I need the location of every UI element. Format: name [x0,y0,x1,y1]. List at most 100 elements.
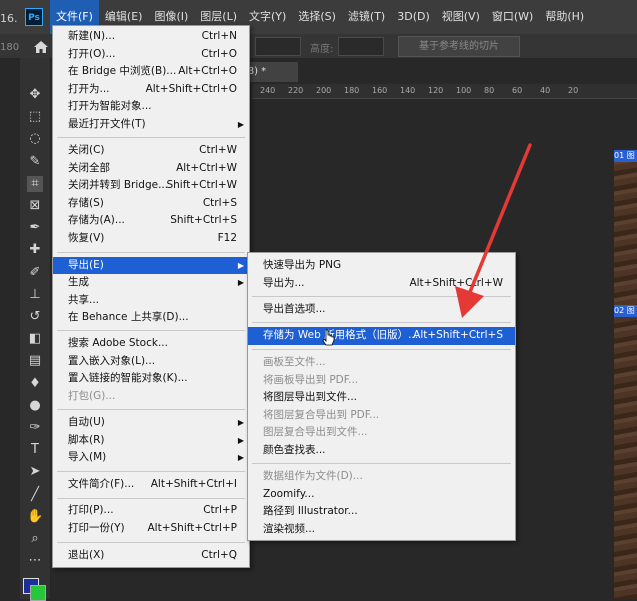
stamp-icon[interactable]: ⊥ [27,287,43,303]
menu-item-open-as[interactable]: 打开为... Alt+Shift+Ctrl+O [53,81,249,99]
photoshop-logo[interactable]: Ps [25,8,43,26]
menu-item-print[interactable]: 打印(P)... Ctrl+P [53,502,249,520]
menu-item-artboards-to-pdf: 将画板导出到 PDF... [263,373,359,386]
marquee-icon[interactable]: ⬚ [27,109,43,125]
file-menu: 新建(N)... Ctrl+N 打开(O)... Ctrl+O 在 Bridge 中… [52,25,250,568]
menu-type[interactable]: 文字(Y) [243,0,292,34]
version-fragment: 16. [0,12,18,25]
healing-icon[interactable]: ✚ [27,242,43,258]
menu-3d[interactable]: 3D(D) [391,0,436,34]
dodge-icon[interactable]: ● [27,398,43,414]
zoom-icon[interactable]: ⌕ [27,531,43,547]
menu-item-quick-export-png[interactable]: 快速导出为 PNG [248,257,515,275]
menu-item-export[interactable]: 导出(E) ▶ [53,256,249,274]
blur-icon[interactable]: ♦ [27,376,43,392]
menu-item-generate[interactable]: 生成 ▶ [53,274,249,292]
menu-item-layer-comps-to-files: 图层复合导出到文件... [263,426,368,438]
submenu-arrow-icon: ▶ [237,453,244,462]
type-icon[interactable]: T [27,442,43,458]
hand-icon[interactable]: ✋ [27,509,43,525]
menu-item-export-preferences[interactable]: 导出首选项... [248,301,515,319]
history-brush-icon[interactable]: ↺ [27,309,43,325]
frame-icon[interactable]: ⊠ [27,198,43,214]
menu-item-file-info[interactable]: 文件简介(F)... Alt+Shift+Ctrl+I [53,476,249,494]
more-icon[interactable]: ⋯ [27,553,43,569]
width-field[interactable] [255,37,301,56]
ruler-tick: 40 [540,86,551,95]
menu-separator [57,409,245,410]
menu-item-share[interactable]: 共享... [53,292,249,310]
menu-item-close-all[interactable]: 关闭全部 Alt+Ctrl+W [53,160,249,178]
menu-item-artboards-to-files: 画板至文件... [263,356,326,368]
menu-item-place-linked[interactable]: 置入链接的智能对象(K)... [53,370,249,388]
menu-item-render-video[interactable]: 渲染视频... [248,521,515,539]
line-icon[interactable]: ╱ [27,487,43,503]
menu-separator [252,296,511,297]
menu-item-save[interactable]: 存储(S) Ctrl+S [53,195,249,213]
ruler-tick: 180 [344,86,360,95]
lasso-icon[interactable]: ◌ [27,131,43,147]
menu-select[interactable]: 选择(S) [292,0,342,34]
menu-separator [57,471,245,472]
menu-item-revert[interactable]: 恢复(V) F12 [53,230,249,248]
menu-item-exit[interactable]: 退出(X) Ctrl+Q [53,547,249,565]
menu-separator [252,463,511,464]
slices-from-guides-button[interactable]: 基于参考线的切片 [398,36,520,57]
menu-separator [57,330,245,331]
menu-window[interactable]: 窗口(W) [486,0,539,34]
home-icon[interactable] [33,40,49,54]
ruler-tick: 140 [400,86,416,95]
ruler-tick: 240 [260,86,276,95]
crop-icon[interactable]: ⌗ [27,175,43,192]
menu-item-recent-files[interactable]: 最近打开文件(T) ▶ [53,116,249,134]
menu-item-paths-to-illustrator[interactable]: 路径到 Illustrator... [248,503,515,521]
menu-item-open-smart-object[interactable]: 打开为智能对象... [53,98,249,116]
submenu-arrow-icon: ▶ [237,119,244,129]
menu-item-automate[interactable]: 自动(U) ▶ [53,414,249,432]
menu-item-scripts[interactable]: 脚本(R) ▶ [53,432,249,450]
ruler-tick: 60 [512,86,523,95]
height-field[interactable] [338,37,384,56]
slice-label-1: 01 图 [614,150,637,162]
submenu-arrow-icon: ▶ [237,278,244,287]
brush-icon[interactable]: ✐ [27,265,43,281]
menu-view[interactable]: 视图(V) [436,0,486,34]
menu-item-import[interactable]: 导入(M) ▶ [53,449,249,467]
menu-separator [57,137,245,138]
pen-icon[interactable]: ✑ [27,420,43,436]
eraser-icon[interactable]: ◧ [27,331,43,347]
path-select-icon[interactable]: ➤ [27,464,43,480]
menu-item-new[interactable]: 新建(N)... Ctrl+N [53,28,249,46]
menu-item-package: 打包(G)... [68,389,116,402]
ruler-tick: 160 [372,86,388,95]
menu-item-close-go-bridge[interactable]: 关闭并转到 Bridge... Shift+Ctrl+W [53,177,249,195]
ruler-tick: 100 [456,86,472,95]
menu-item-close[interactable]: 关闭(C) Ctrl+W [53,142,249,160]
menu-item-search-adobe-stock[interactable]: 搜索 Adobe Stock... [53,335,249,353]
menu-item-print-one[interactable]: 打印一份(Y) Alt+Shift+Ctrl+P [53,520,249,538]
move-icon[interactable]: ✥ [27,87,43,103]
menu-item-zoomify[interactable]: Zoomify... [248,486,515,504]
menu-separator [252,349,511,350]
menu-item-browse-bridge[interactable]: 在 Bridge 中浏览(B)... Alt+Ctrl+O [53,63,249,81]
ruler-tick: 20 [568,86,579,95]
submenu-arrow-icon: ▶ [237,418,244,427]
canvas-image[interactable] [614,150,637,599]
menu-item-save-for-web[interactable]: 存储为 Web 所用格式（旧版）... Alt+Shift+Ctrl+S [248,327,515,345]
menu-item-share-behance[interactable]: 在 Behance 上共享(D)... [53,309,249,327]
menu-item-layers-to-files[interactable]: 将图层导出到文件... [248,389,515,407]
mouse-cursor-icon [322,329,335,346]
menu-filter[interactable]: 滤镜(T) [342,0,391,34]
menu-item-save-as[interactable]: 存储为(A)... Shift+Ctrl+S [53,212,249,230]
export-submenu: 快速导出为 PNG 导出为... Alt+Shift+Ctrl+W 导出首选项..… [247,252,516,541]
gradient-icon[interactable]: ▤ [27,353,43,369]
menu-item-place-embedded[interactable]: 置入嵌入对象(L)... [53,353,249,371]
menu-help[interactable]: 帮助(H) [539,0,590,34]
menu-item-color-lookup[interactable]: 颜色查找表... [248,442,515,460]
quick-select-icon[interactable]: ✎ [27,154,43,170]
menu-item-export-as[interactable]: 导出为... Alt+Shift+Ctrl+W [248,275,515,293]
ruler-tick: 220 [288,86,304,95]
eyedropper-icon[interactable]: ✒ [27,220,43,236]
ruler-tick: 120 [428,86,444,95]
menu-item-open[interactable]: 打开(O)... Ctrl+O [53,46,249,64]
